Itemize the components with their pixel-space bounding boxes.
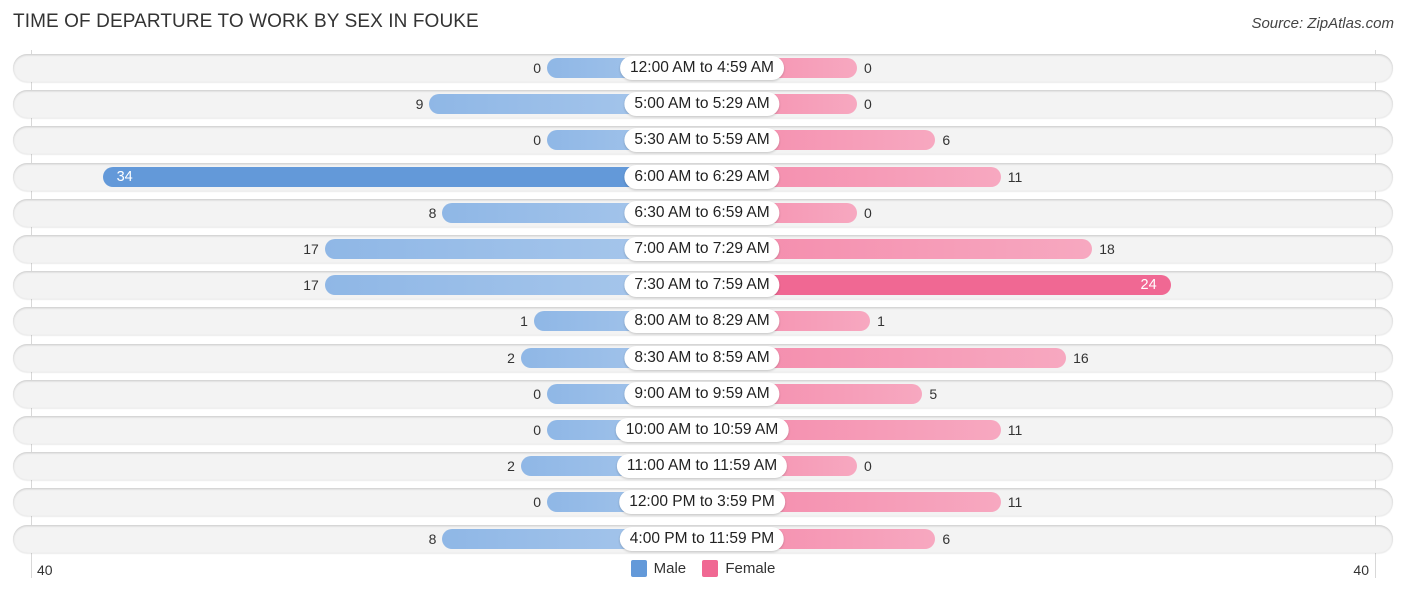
value-label-male: 17 [303, 241, 319, 257]
legend-label-male: Male [653, 560, 687, 577]
category-label: 6:00 AM to 6:29 AM [624, 164, 780, 189]
category-label: 9:00 AM to 9:59 AM [624, 381, 780, 406]
value-label-male: 2 [507, 458, 515, 475]
category-label: 7:00 AM to 7:29 AM [624, 237, 780, 261]
category-label: 10:00 AM to 10:59 AM [615, 418, 789, 442]
value-label-male: 0 [533, 422, 541, 438]
value-label-male: 0 [533, 385, 541, 402]
value-label-female: 0 [864, 60, 872, 76]
value-label-male: 1 [520, 313, 528, 330]
legend: Male Female [0, 560, 1406, 581]
value-label-female: 16 [1073, 349, 1089, 366]
value-label-female: 0 [864, 96, 872, 113]
legend-item-male: Male [630, 560, 687, 577]
category-label: 5:00 AM to 5:29 AM [624, 92, 780, 117]
value-label-male: 0 [533, 132, 541, 149]
value-label-female: 11 [1007, 494, 1023, 511]
value-label-female: 1 [877, 313, 885, 330]
category-label: 7:30 AM to 7:59 AM [624, 273, 780, 298]
category-label: 12:00 AM to 4:59 AM [620, 56, 784, 80]
value-label-female: 0 [864, 204, 872, 221]
value-label-male: 0 [533, 494, 541, 511]
category-label: 12:00 PM to 3:59 PM [619, 490, 785, 515]
legend-swatch-male [630, 560, 647, 577]
chart-title: TIME OF DEPARTURE TO WORK BY SEX IN FOUK… [13, 11, 479, 32]
category-label: 8:00 AM to 8:29 AM [624, 309, 780, 334]
value-label-male: 8 [428, 530, 437, 547]
category-label: 8:30 AM to 8:59 AM [624, 345, 780, 370]
bar-male [102, 166, 702, 187]
category-label: 11:00 AM to 11:59 AM [616, 454, 788, 479]
category-label: 5:30 AM to 5:59 AM [624, 128, 780, 153]
value-label-female: 11 [1007, 422, 1023, 438]
value-label-female: 0 [864, 458, 872, 475]
value-label-male: 8 [428, 204, 437, 221]
legend-swatch-female [702, 560, 719, 577]
legend-item-female: Female [702, 560, 775, 577]
value-label-male: 17 [303, 277, 319, 294]
legend-label-female: Female [725, 560, 776, 577]
value-label-male: 9 [415, 96, 424, 113]
category-label: 6:30 AM to 6:59 AM [624, 200, 780, 225]
value-label-female: 11 [1007, 168, 1023, 185]
value-label-female: 6 [942, 530, 951, 547]
category-label: 4:00 PM to 11:59 PM [619, 526, 785, 551]
source-label: Source: ZipAtlas.com [1251, 15, 1394, 32]
value-label-female: 5 [929, 385, 938, 402]
value-label-female: 18 [1099, 241, 1115, 257]
value-label-female: 6 [942, 132, 951, 149]
value-label-male: 2 [507, 349, 515, 366]
value-label-female: 24 [1140, 277, 1157, 294]
value-label-male: 0 [533, 60, 541, 76]
value-label-male: 34 [116, 168, 133, 185]
